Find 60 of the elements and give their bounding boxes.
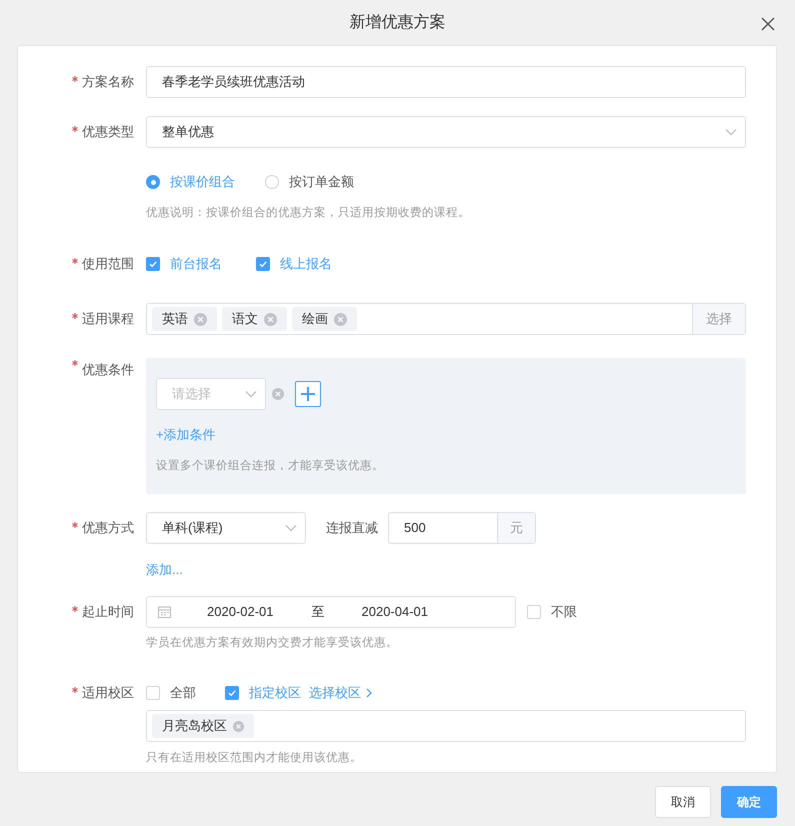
range-separator: 至 bbox=[312, 603, 324, 622]
tag-label: 月亮岛校区 bbox=[162, 717, 227, 736]
field-label: 适用校区 bbox=[82, 684, 134, 702]
radio-label[interactable]: 按订单金额 bbox=[289, 172, 354, 192]
chevron-down-icon bbox=[285, 524, 297, 532]
course-picker[interactable]: 英语 语文 绘画 选择 bbox=[146, 303, 746, 335]
help-text: 只有在适用校区范围内才能使用该优惠。 bbox=[146, 750, 362, 766]
field-label: 连报直减 bbox=[326, 519, 378, 538]
checkbox-label[interactable]: 不限 bbox=[551, 602, 577, 622]
select-value: 整单优惠 bbox=[162, 123, 214, 142]
checkbox[interactable] bbox=[256, 257, 270, 271]
tag-label: 英语 bbox=[162, 310, 188, 328]
chevron-down-icon bbox=[245, 390, 257, 398]
tag-label: 绘画 bbox=[302, 310, 328, 328]
help-text: 优惠说明：按课价组合的优惠方案，只适用按期收费的课程。 bbox=[146, 205, 470, 222]
help-text: 设置多个课价组合连报，才能享受该优惠。 bbox=[156, 458, 384, 474]
plus-icon bbox=[300, 386, 316, 402]
field-label: 起止时间 bbox=[82, 603, 134, 622]
checkbox[interactable] bbox=[146, 686, 160, 700]
campus-tags-field[interactable]: 月亮岛校区 bbox=[146, 710, 746, 742]
radio[interactable] bbox=[146, 175, 160, 189]
name-input[interactable]: 春季老学员续班优惠活动 bbox=[146, 66, 746, 98]
field-label: 使用范围 bbox=[82, 255, 134, 274]
radio[interactable] bbox=[265, 175, 279, 189]
add-button[interactable] bbox=[295, 381, 321, 407]
checkbox-label[interactable]: 全部 bbox=[170, 683, 196, 703]
clear-icon[interactable] bbox=[272, 388, 284, 400]
method-select[interactable]: 单科(课程) bbox=[146, 512, 306, 544]
clear-icon[interactable] bbox=[264, 312, 277, 326]
chevron-down-icon bbox=[725, 128, 737, 136]
input-value: 500 bbox=[403, 519, 427, 538]
end-date: 2020-04-01 bbox=[362, 603, 428, 622]
checkbox[interactable] bbox=[146, 257, 160, 271]
select-placeholder: 请选择 bbox=[172, 385, 211, 404]
select-value: 单科(课程) bbox=[162, 519, 223, 538]
field-label: 优惠方式 bbox=[82, 519, 134, 538]
check-icon bbox=[148, 259, 158, 269]
cancel-button[interactable]: 取消 bbox=[655, 786, 711, 818]
chevron-right-icon bbox=[366, 688, 372, 698]
field-label: 方案名称 bbox=[82, 73, 134, 92]
clear-icon[interactable] bbox=[233, 720, 244, 732]
unit-suffix: 元 bbox=[497, 513, 535, 543]
check-icon bbox=[258, 259, 268, 269]
field-label: 优惠条件 bbox=[82, 361, 134, 379]
date-range-picker[interactable]: 2020-02-01 至 2020-04-01 bbox=[146, 596, 516, 628]
calendar-icon bbox=[158, 606, 171, 618]
clear-icon[interactable] bbox=[194, 312, 207, 326]
checkbox[interactable] bbox=[225, 686, 239, 700]
start-date: 2020-02-01 bbox=[207, 603, 274, 622]
dialog-title: 新增优惠方案 bbox=[350, 12, 446, 32]
clear-icon[interactable] bbox=[334, 312, 347, 326]
type-select[interactable]: 整单优惠 bbox=[146, 116, 746, 148]
checkbox[interactable] bbox=[527, 605, 541, 619]
check-icon bbox=[227, 688, 237, 698]
field-label: 优惠类型 bbox=[82, 123, 134, 142]
help-text: 学员在优惠方案有效期内交费才能享受该优惠。 bbox=[146, 635, 398, 652]
tag-label: 语文 bbox=[232, 310, 258, 328]
field-label: 适用课程 bbox=[82, 310, 134, 328]
close-button[interactable] bbox=[761, 17, 775, 31]
amount-input[interactable]: 500 元 bbox=[388, 512, 536, 544]
